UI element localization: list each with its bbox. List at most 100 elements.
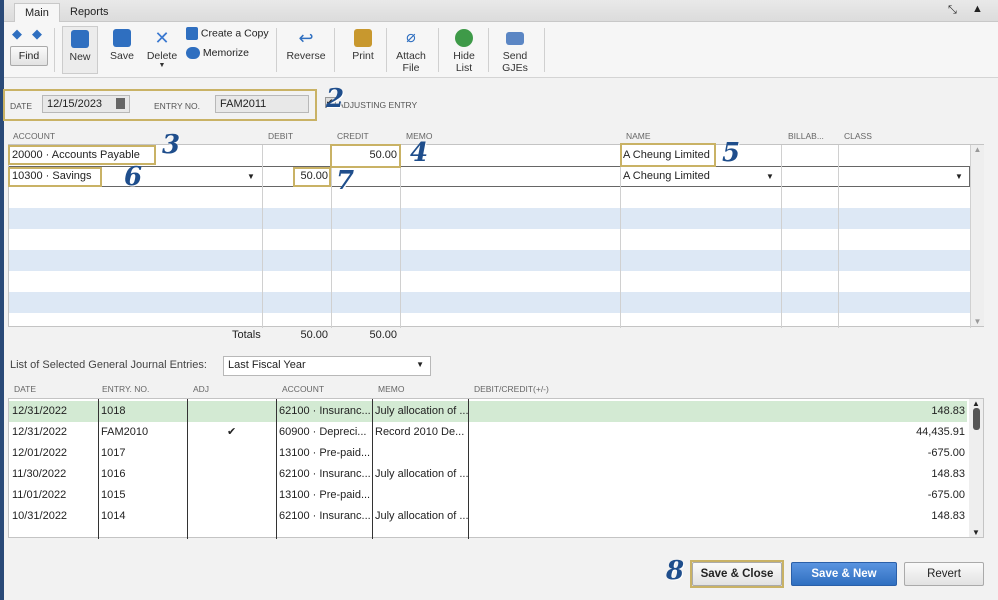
- tab-reports[interactable]: Reports: [60, 3, 119, 22]
- memorize-label: Memorize: [202, 47, 250, 59]
- total-debit: 50.00: [300, 329, 328, 341]
- create-copy-button[interactable]: Create a Copy: [186, 27, 269, 40]
- col-credit[interactable]: CREDIT: [337, 131, 369, 141]
- annotation-number: 6: [124, 162, 143, 192]
- send-gjes-button[interactable]: Send GJEs: [498, 26, 532, 74]
- memorize-icon: [186, 47, 200, 60]
- annotation-number: 7: [336, 166, 355, 196]
- attach-label: Attach: [396, 50, 426, 62]
- list-cell-account[interactable]: 13100 · Pre-paid...: [279, 443, 373, 464]
- tab-main[interactable]: Main: [14, 3, 60, 22]
- list-cell-date[interactable]: 12/01/2022: [12, 443, 106, 464]
- col-class[interactable]: CLASS: [844, 131, 872, 141]
- list-cell-adj[interactable]: ✔: [227, 422, 236, 443]
- attach-file-button[interactable]: ⌀ Attach File: [394, 26, 428, 74]
- delete-label: Delete: [146, 50, 178, 62]
- list-cell-account[interactable]: 62100 · Insuranc...: [279, 401, 373, 422]
- reverse-icon: ↩: [298, 28, 314, 48]
- col-billable[interactable]: BILLAB...: [788, 131, 824, 141]
- annotation-number: 8: [666, 556, 685, 586]
- list-cell-amount[interactable]: 148.83: [471, 401, 965, 422]
- send-icon: [506, 32, 524, 45]
- list-col-amount[interactable]: DEBIT/CREDIT(+/-): [474, 384, 549, 394]
- totals-label: Totals: [232, 329, 261, 341]
- tab-bar: Main Reports ⤡ ▲: [4, 0, 998, 22]
- delete-icon: ✕: [154, 28, 170, 48]
- list-cell-date[interactable]: 12/31/2022: [12, 422, 106, 443]
- list-cell-date[interactable]: 12/31/2022: [12, 401, 106, 422]
- send-label: Send: [502, 50, 528, 62]
- list-cell-account[interactable]: 60900 · Depreci...: [279, 422, 373, 443]
- name-dropdown-icon[interactable]: ▼: [766, 166, 774, 187]
- revert-button[interactable]: Revert: [904, 562, 984, 586]
- adjusting-entry-label: ADJUSTING ENTRY: [338, 100, 418, 110]
- new-button[interactable]: New: [62, 26, 98, 74]
- list-cell-account[interactable]: 13100 · Pre-paid...: [279, 485, 373, 506]
- list-cell-memo[interactable]: July allocation of ...: [375, 401, 469, 422]
- list-cell-entry[interactable]: 1015: [101, 485, 195, 506]
- annotation-box: [3, 89, 317, 121]
- collapse-icon[interactable]: ▲: [972, 3, 983, 15]
- list-cell-date[interactable]: 10/31/2022: [12, 506, 106, 527]
- delete-button[interactable]: ✕ Delete ▼: [144, 26, 180, 69]
- memorize-button[interactable]: Memorize: [186, 47, 250, 60]
- hide-label-2: List: [455, 62, 473, 74]
- filter-dropdown[interactable]: Last Fiscal Year ▼: [223, 356, 431, 376]
- list-cell-memo[interactable]: Record 2010 De...: [375, 422, 469, 443]
- send-label-2: GJEs: [502, 62, 528, 74]
- print-label: Print: [352, 50, 374, 62]
- list-label: List of Selected General Journal Entries…: [10, 359, 207, 371]
- list-cell-memo[interactable]: July allocation of ...: [375, 464, 469, 485]
- expand-icon[interactable]: ⤡: [948, 4, 957, 17]
- scroll-thumb[interactable]: [972, 408, 980, 430]
- list-cell-account[interactable]: 62100 · Insuranc...: [279, 464, 373, 485]
- hide-icon: [455, 29, 473, 47]
- hide-list-button[interactable]: Hide List: [448, 26, 480, 74]
- account-dropdown-icon[interactable]: ▼: [247, 166, 255, 187]
- list-col-memo[interactable]: MEMO: [378, 384, 404, 394]
- list-cell-entry[interactable]: 1014: [101, 506, 195, 527]
- list-cell-amount[interactable]: 148.83: [471, 464, 965, 485]
- list-cell-amount[interactable]: -675.00: [471, 485, 965, 506]
- annotation-number: 5: [722, 138, 741, 168]
- list-cell-date[interactable]: 11/30/2022: [12, 464, 106, 485]
- new-label: New: [69, 51, 91, 63]
- list-col-entry[interactable]: ENTRY. NO.: [102, 384, 149, 394]
- save-button[interactable]: Save: [108, 26, 136, 62]
- save-label: Save: [110, 50, 134, 62]
- list-cell-amount[interactable]: 44,435.91: [471, 422, 965, 443]
- save-new-button[interactable]: Save & New: [791, 562, 897, 586]
- print-button[interactable]: Print: [348, 26, 378, 62]
- grid-scrollbar[interactable]: ▲ ▼: [971, 145, 984, 326]
- total-credit: 50.00: [369, 329, 397, 341]
- list-cell-entry[interactable]: 1017: [101, 443, 195, 464]
- list-cell-entry[interactable]: 1016: [101, 464, 195, 485]
- prev-icon[interactable]: ◆: [12, 26, 22, 42]
- col-debit[interactable]: DEBIT: [268, 131, 293, 141]
- list-cell-date[interactable]: 11/01/2022: [12, 485, 106, 506]
- list-cell-amount[interactable]: 148.83: [471, 506, 965, 527]
- paperclip-icon: ⌀: [406, 29, 416, 46]
- list-cell-account[interactable]: 62100 · Insuranc...: [279, 506, 373, 527]
- list-col-account[interactable]: ACCOUNT: [282, 384, 324, 394]
- col-account[interactable]: ACCOUNT: [13, 131, 55, 141]
- list-cell-amount[interactable]: -675.00: [471, 443, 965, 464]
- next-icon[interactable]: ◆: [32, 26, 42, 42]
- annotation-number: 3: [162, 130, 181, 160]
- hide-label: Hide: [453, 50, 475, 62]
- list-scrollbar[interactable]: ▲ ▼: [969, 399, 983, 537]
- list-cell-entry[interactable]: FAM2010: [101, 422, 195, 443]
- copy-icon: [186, 27, 198, 40]
- printer-icon: [354, 29, 372, 47]
- list-cell-entry[interactable]: 1018: [101, 401, 195, 422]
- list-col-adj[interactable]: ADJ: [193, 384, 209, 394]
- col-name[interactable]: NAME: [626, 131, 651, 141]
- annotation-number: 4: [410, 138, 429, 168]
- class-dropdown-icon[interactable]: ▼: [955, 166, 963, 187]
- grid-row-active[interactable]: [9, 166, 970, 187]
- list-cell-memo[interactable]: July allocation of ...: [375, 506, 469, 527]
- reverse-button[interactable]: ↩ Reverse: [286, 26, 326, 62]
- find-button[interactable]: Find: [10, 46, 48, 66]
- row2-name[interactable]: A Cheung Limited: [623, 166, 710, 187]
- list-col-date[interactable]: DATE: [14, 384, 36, 394]
